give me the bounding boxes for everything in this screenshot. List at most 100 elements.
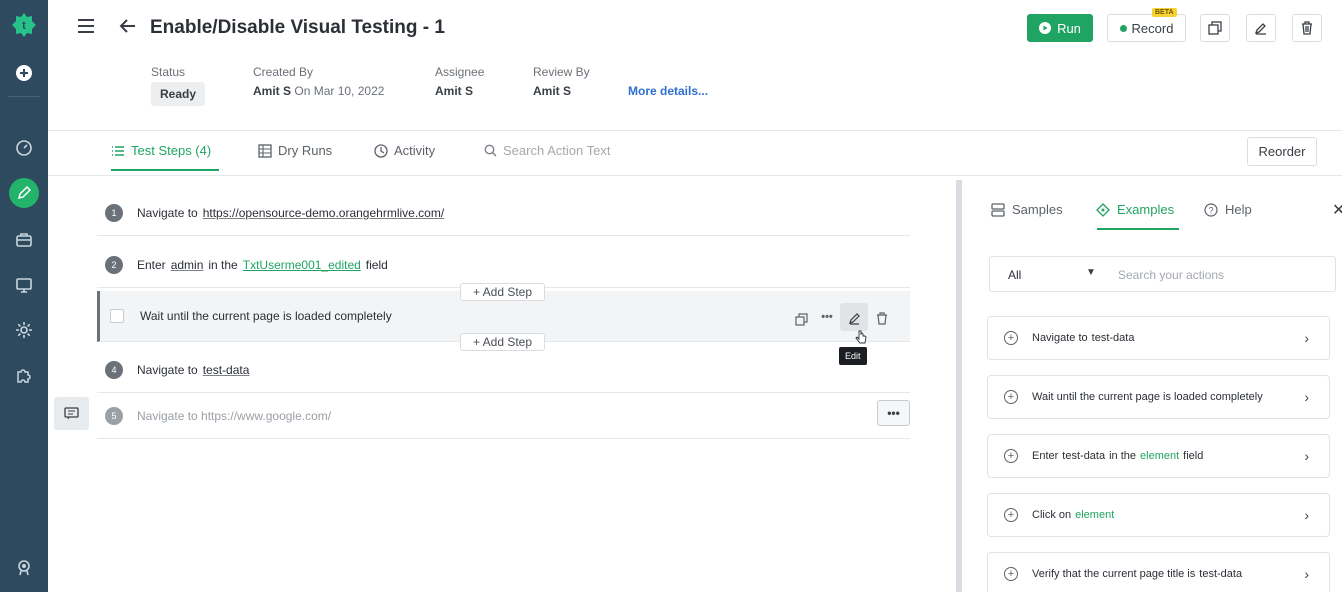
- example-card[interactable]: + Wait until the current page is loaded …: [987, 375, 1330, 419]
- step-value[interactable]: admin: [171, 258, 204, 272]
- tab-examples-label: Examples: [1117, 202, 1175, 217]
- edit-button[interactable]: [1246, 14, 1276, 42]
- beta-badge: BETA: [1152, 8, 1177, 17]
- step-value[interactable]: test-data: [203, 363, 250, 377]
- tab-dry-runs[interactable]: Dry Runs: [258, 143, 332, 158]
- header-divider: [48, 130, 1342, 131]
- example-text: Enter: [1032, 450, 1059, 462]
- add-circle-icon[interactable]: +: [1004, 567, 1018, 581]
- delete-button[interactable]: [1292, 14, 1322, 42]
- step-action: Enter: [137, 257, 166, 272]
- search-actions-input[interactable]: Search your actions: [1118, 268, 1224, 282]
- step-action: Wait until the current page is loaded co…: [140, 309, 392, 323]
- search-placeholder: Search Action Text: [503, 143, 611, 158]
- add-step-button-top[interactable]: + Add Step: [460, 283, 545, 301]
- more-details-link[interactable]: More details...: [628, 84, 708, 98]
- add-circle-icon[interactable]: +: [1004, 390, 1018, 404]
- edit-step-pencil-icon[interactable]: [846, 310, 862, 326]
- test-step-5[interactable]: 5 Navigate to https://www.google.com/: [97, 393, 910, 439]
- tab-samples[interactable]: Samples: [991, 202, 1063, 217]
- status-label: Status: [151, 65, 186, 79]
- page-title: Enable/Disable Visual Testing - 1: [150, 17, 445, 38]
- settings-gear-icon[interactable]: [9, 315, 39, 345]
- test-step-2[interactable]: 2 Enter admin in the TxtUserme001_edited…: [97, 242, 910, 288]
- step-mid-text: in the: [208, 257, 238, 272]
- step-number: 5: [105, 406, 123, 425]
- right-active-tab-indicator: [1097, 228, 1179, 230]
- example-card[interactable]: + Navigate to test-data ›: [987, 316, 1330, 360]
- step-value[interactable]: https://opensource-demo.orangehrmlive.co…: [203, 206, 444, 220]
- examples-diamond-icon: [1096, 202, 1110, 217]
- edit-tests-icon[interactable]: [9, 178, 39, 208]
- delete-step-icon[interactable]: [874, 310, 890, 326]
- samples-icon: [991, 202, 1005, 217]
- test-step-4[interactable]: 4 Navigate to test-data: [97, 347, 910, 393]
- example-card[interactable]: + Verify that the current page title is …: [987, 552, 1330, 592]
- help-support-icon[interactable]: [9, 552, 39, 582]
- close-panel-icon[interactable]: ✕: [1332, 200, 1342, 220]
- step-number: 1: [105, 203, 123, 222]
- example-card[interactable]: + Click on element ›: [987, 493, 1330, 537]
- pencil-icon: [1254, 23, 1266, 35]
- add-icon[interactable]: [9, 58, 39, 88]
- run-button[interactable]: Run: [1027, 14, 1093, 42]
- review-by-value: Amit S: [533, 84, 572, 98]
- grid-icon: [258, 143, 272, 158]
- panel-splitter[interactable]: [956, 180, 962, 592]
- comment-icon[interactable]: [54, 397, 89, 430]
- copy-button[interactable]: [1200, 14, 1230, 42]
- active-tab-indicator: [111, 169, 219, 171]
- example-card[interactable]: + Enter test-data in the element field ›: [987, 434, 1330, 478]
- record-button[interactable]: Record: [1107, 14, 1186, 42]
- filter-select[interactable]: All: [1008, 268, 1021, 282]
- chevron-right-icon: ›: [1304, 507, 1309, 523]
- trash-icon: [1302, 21, 1312, 35]
- add-circle-icon[interactable]: +: [1004, 508, 1018, 522]
- record-dot-icon: [1119, 24, 1127, 32]
- more-options-icon[interactable]: •••: [819, 309, 835, 325]
- step-action: Navigate to: [137, 362, 198, 377]
- copy-step-icon[interactable]: [793, 311, 809, 327]
- created-by-label: Created By: [253, 65, 314, 79]
- rail-divider: [8, 96, 40, 97]
- add-circle-icon[interactable]: +: [1004, 449, 1018, 463]
- dashboard-icon[interactable]: [9, 133, 39, 163]
- tab-test-steps-label: Test Steps (4): [131, 143, 212, 158]
- step-number: 2: [105, 255, 123, 274]
- caret-down-icon[interactable]: ▼: [1086, 267, 1096, 278]
- add-circle-icon[interactable]: +: [1004, 331, 1018, 345]
- testsigma-logo-icon[interactable]: t: [9, 10, 39, 40]
- tab-dry-runs-label: Dry Runs: [278, 143, 333, 158]
- example-test-data: test-data: [1091, 332, 1135, 344]
- puzzle-addons-icon[interactable]: [9, 360, 39, 390]
- tab-examples[interactable]: Examples: [1096, 202, 1174, 217]
- tab-help[interactable]: ? Help: [1204, 202, 1252, 217]
- chevron-right-icon: ›: [1304, 389, 1309, 405]
- search-action-input[interactable]: Search Action Text: [484, 143, 610, 158]
- created-by-value: Amit S On Mar 10, 2022: [253, 84, 384, 98]
- clock-icon: [374, 143, 388, 158]
- run-label: Run: [1057, 20, 1081, 36]
- step-element[interactable]: TxtUserme001_edited: [243, 258, 361, 272]
- reorder-button[interactable]: Reorder: [1247, 137, 1317, 166]
- tab-test-steps[interactable]: Test Steps (4): [111, 143, 211, 158]
- example-element: element: [1075, 509, 1115, 521]
- step-more-button[interactable]: •••: [877, 400, 910, 426]
- step-checkbox[interactable]: [110, 309, 124, 323]
- record-label: Record: [1131, 20, 1174, 36]
- briefcase-icon[interactable]: [9, 225, 39, 255]
- created-by-name: Amit S: [253, 84, 292, 98]
- example-element: element: [1140, 450, 1180, 462]
- copy-icon: [1208, 21, 1222, 35]
- back-arrow-icon[interactable]: [118, 16, 138, 41]
- tab-activity[interactable]: Activity: [374, 143, 435, 158]
- example-text: Navigate to: [1032, 332, 1088, 344]
- monitor-icon[interactable]: [9, 270, 39, 300]
- example-test-data: test-data: [1062, 450, 1106, 462]
- search-icon: [484, 144, 497, 157]
- assignee-label: Assignee: [435, 65, 485, 79]
- help-circle-icon: ?: [1204, 202, 1218, 217]
- hamburger-menu-icon[interactable]: [76, 16, 96, 41]
- test-step-1[interactable]: 1 Navigate to https://opensource-demo.or…: [97, 190, 910, 236]
- tab-activity-label: Activity: [394, 143, 436, 158]
